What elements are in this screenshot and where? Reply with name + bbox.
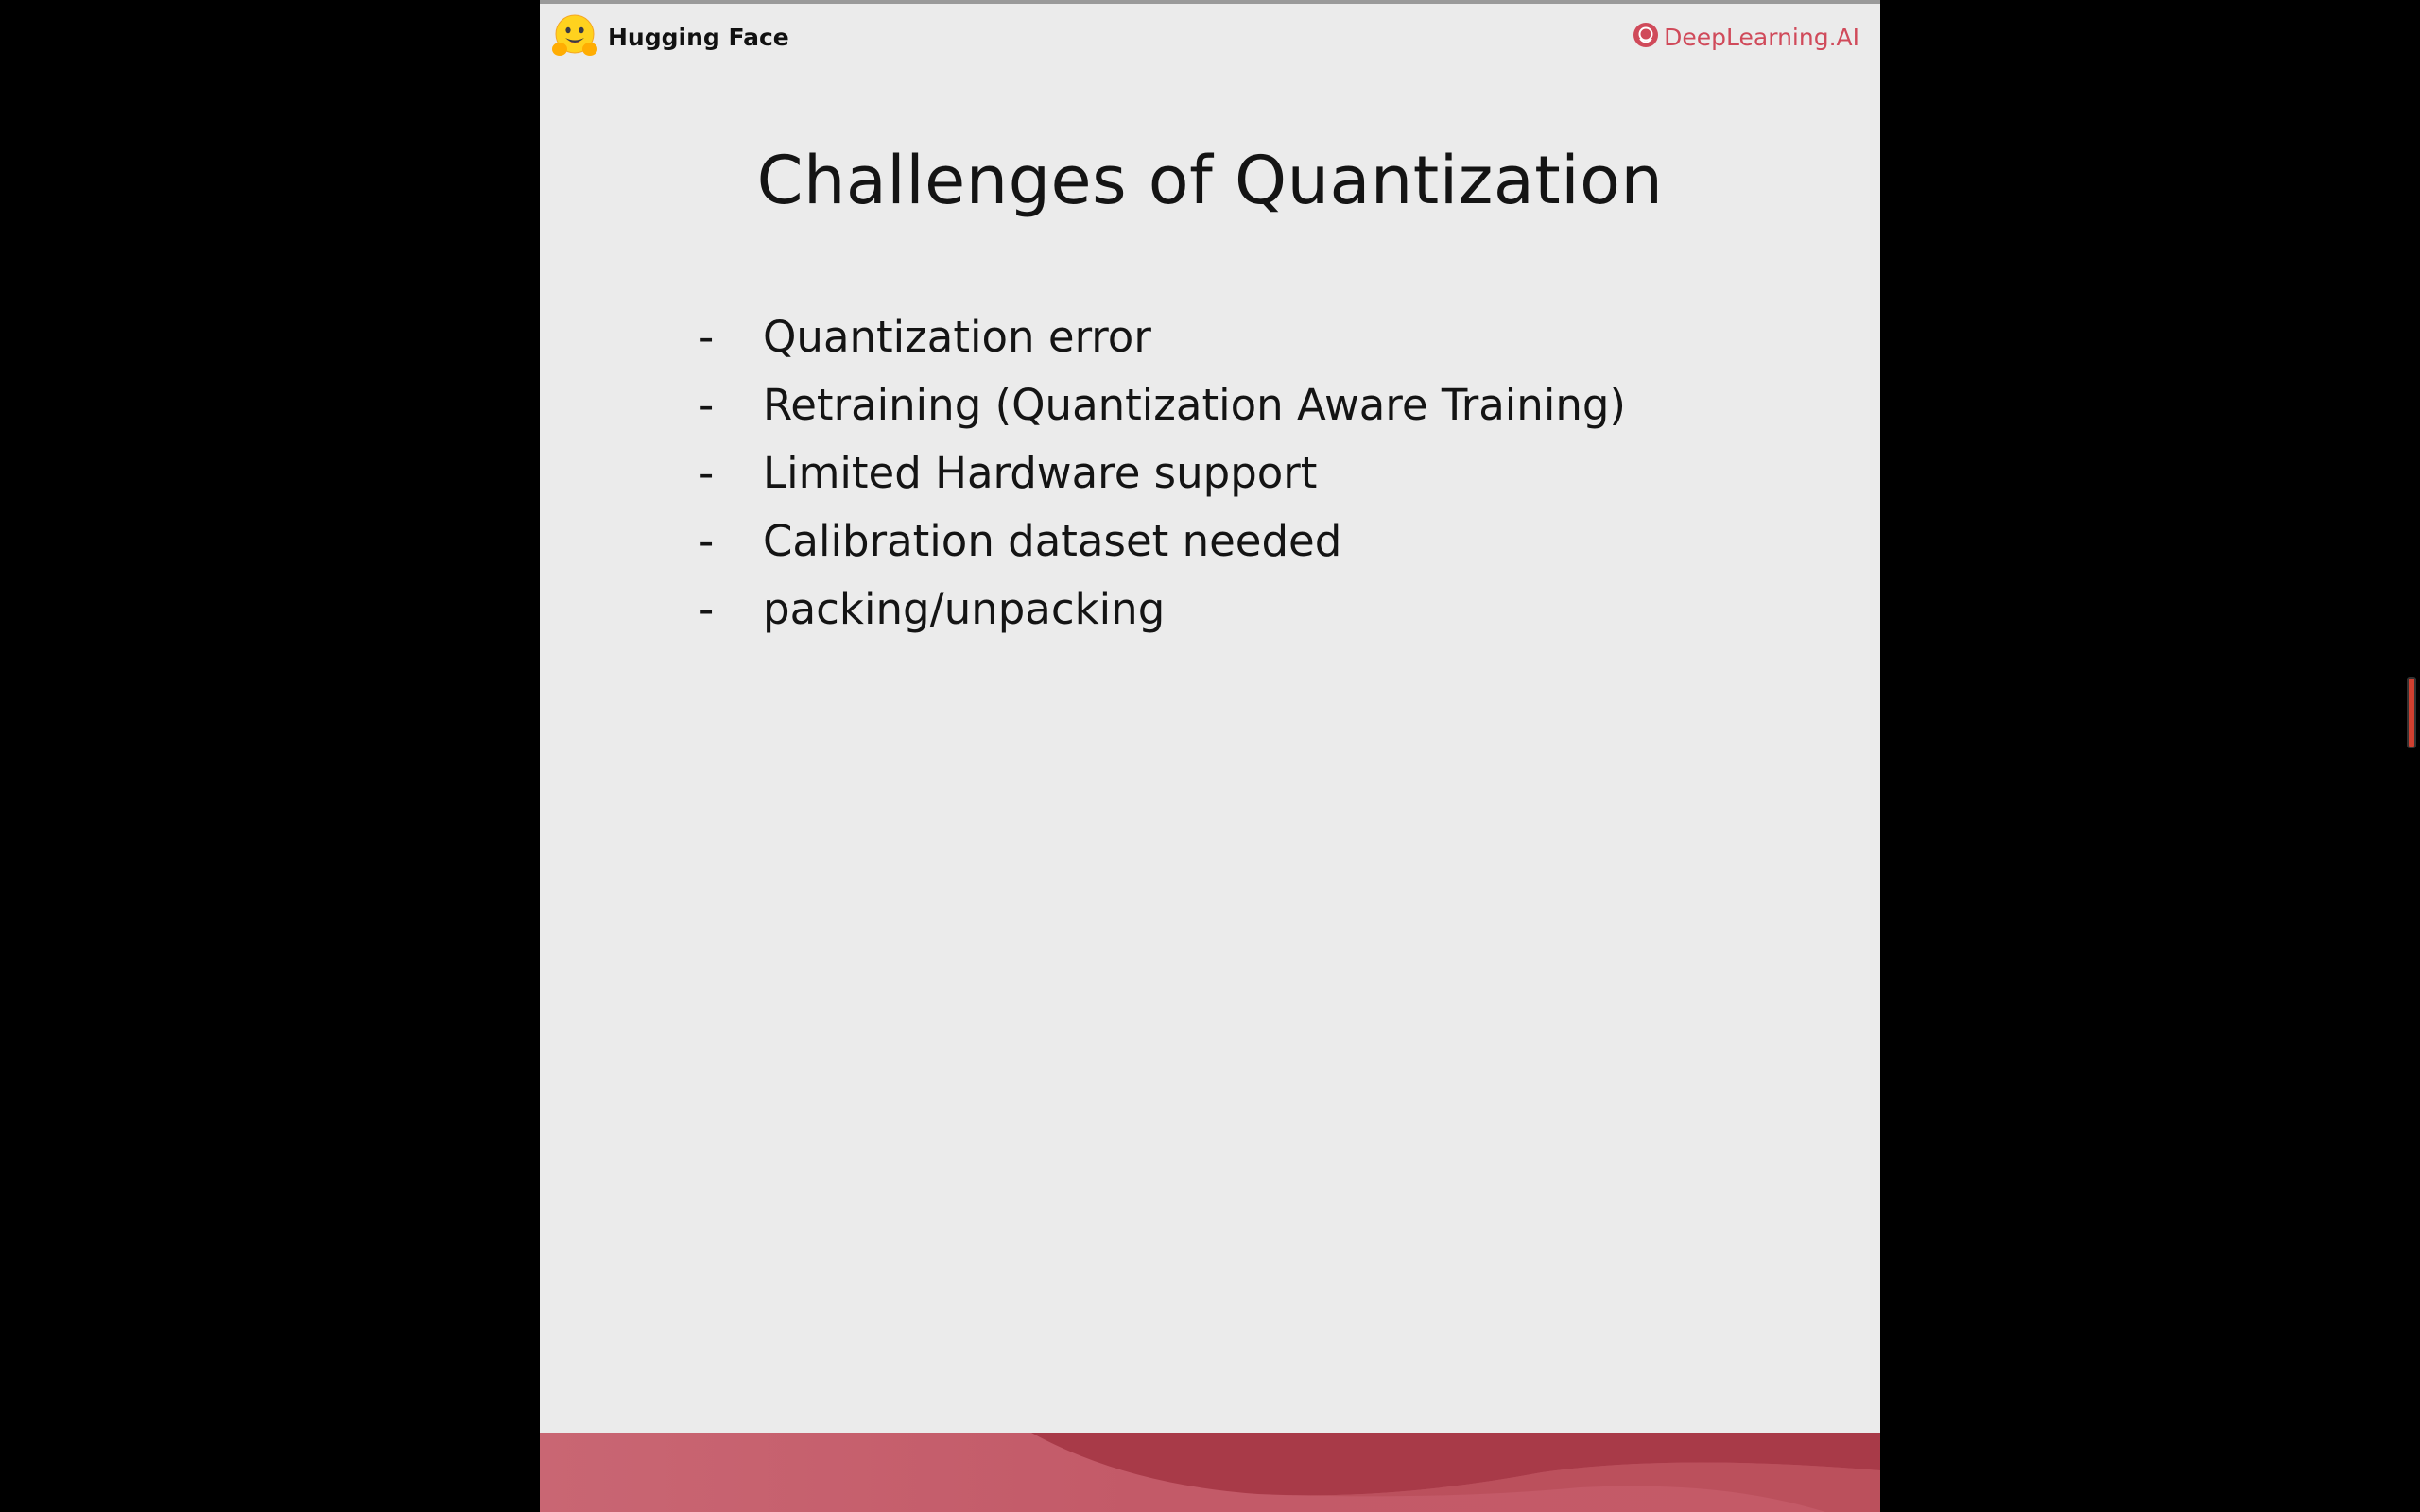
bullet-text: Calibration dataset needed — [763, 515, 1342, 566]
bullet-text: Retraining (Quantization Aware Training) — [763, 379, 1626, 430]
deeplearning-ai-icon — [1632, 21, 1660, 54]
bullet-marker: - — [699, 379, 715, 430]
deeplearning-ai-name: DeepLearning.AI — [1664, 24, 1859, 51]
bullet-text: Quantization error — [763, 311, 1151, 362]
slide-title: Challenges of Quantization — [756, 142, 1664, 219]
bullet-marker: - — [699, 515, 715, 566]
bullet-list: - Quantization error - Retraining (Quant… — [699, 302, 1626, 643]
bullet-marker: - — [699, 447, 715, 498]
deeplearning-ai-logo: DeepLearning.AI — [1632, 21, 1859, 54]
hugging-face-logo: Hugging Face — [549, 11, 789, 62]
footer-wave — [540, 1433, 1880, 1512]
slide: Hugging Face DeepLearning.AI Challenges … — [540, 4, 1880, 1512]
list-item: - Quantization error — [699, 302, 1626, 370]
hugging-face-emoji-icon — [549, 11, 600, 62]
list-item: - Calibration dataset needed — [699, 507, 1626, 575]
scrollbar-handle[interactable] — [2407, 677, 2416, 748]
bullet-text: Limited Hardware support — [763, 447, 1318, 498]
bullet-marker: - — [699, 583, 715, 634]
list-item: - packing/unpacking — [699, 575, 1626, 643]
bullet-text: packing/unpacking — [763, 583, 1166, 634]
hugging-face-name: Hugging Face — [608, 23, 789, 51]
list-item: - Retraining (Quantization Aware Trainin… — [699, 370, 1626, 438]
list-item: - Limited Hardware support — [699, 438, 1626, 507]
bullet-marker: - — [699, 311, 715, 362]
